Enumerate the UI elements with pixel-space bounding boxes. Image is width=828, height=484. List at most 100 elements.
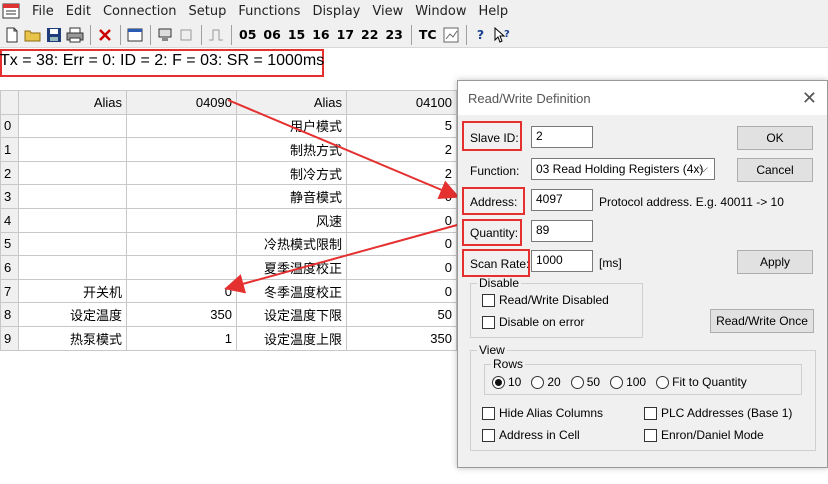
value-cell[interactable]: 0	[346, 278, 457, 304]
hide-alias-checkbox[interactable]: Hide Alias Columns	[482, 406, 603, 420]
rw-disabled-checkbox[interactable]: Read/Write Disabled	[482, 293, 609, 307]
radio-button[interactable]	[610, 375, 624, 389]
alias-cell[interactable]: 夏季温度校正	[236, 255, 347, 280]
rows-radio-100[interactable]: 100	[610, 375, 646, 389]
read-write-once-button[interactable]: Read/Write Once	[710, 309, 814, 333]
function-17-button[interactable]: 17	[334, 24, 357, 46]
menu-view[interactable]: View	[366, 4, 409, 19]
connect-icon[interactable]	[155, 24, 175, 46]
scan-rate-input[interactable]: 1000	[531, 250, 593, 272]
alias-cell[interactable]: 制热方式	[236, 137, 347, 162]
checkbox-box[interactable]	[482, 428, 495, 442]
value-cell[interactable]: 2	[346, 137, 457, 162]
value-cell[interactable]	[126, 231, 237, 257]
value-cell[interactable]	[126, 137, 237, 162]
value-cell[interactable]	[126, 255, 237, 280]
alias-cell[interactable]	[18, 113, 127, 139]
radio-button[interactable]	[656, 375, 670, 389]
row-header[interactable]: 7	[0, 278, 19, 304]
alias-cell[interactable]: 静音模式	[236, 184, 347, 209]
value-cell[interactable]: 5	[346, 113, 457, 139]
value-cell[interactable]: 2	[346, 160, 457, 186]
new-file-icon[interactable]	[2, 24, 22, 46]
address-input[interactable]: 4097	[531, 189, 593, 211]
value-cell[interactable]: 350	[126, 302, 237, 327]
disconnect-icon[interactable]	[176, 24, 196, 46]
rows-radio-10[interactable]: 10	[492, 375, 521, 389]
function-22-button[interactable]: 22	[358, 24, 381, 46]
close-icon[interactable]: ✕	[802, 88, 817, 109]
apply-button[interactable]: Apply	[737, 250, 813, 274]
value-cell[interactable]	[126, 207, 237, 233]
alias-cell[interactable]: 设定温度上限	[236, 325, 347, 351]
tc-button[interactable]: TC	[416, 24, 440, 46]
value-cell[interactable]: 0	[346, 231, 457, 257]
alias-cell[interactable]: 制冷方式	[236, 160, 347, 186]
alias-cell[interactable]	[18, 137, 127, 162]
cancel-button[interactable]: Cancel	[737, 158, 813, 182]
rows-radio-fit[interactable]: Fit to Quantity	[656, 375, 747, 389]
radio-button[interactable]	[492, 375, 505, 389]
row-header[interactable]: 4	[0, 207, 19, 233]
menu-connection[interactable]: Connection	[97, 4, 183, 19]
alias-cell[interactable]	[18, 184, 127, 209]
menu-edit[interactable]: Edit	[60, 4, 97, 19]
menu-file[interactable]: File	[26, 4, 60, 19]
value-cell[interactable]: 350	[346, 325, 457, 351]
checkbox-box[interactable]	[482, 315, 495, 329]
row-header[interactable]: 2	[0, 160, 19, 186]
value-cell[interactable]: 50	[346, 302, 457, 327]
function-23-button[interactable]: 23	[382, 24, 405, 46]
row-header[interactable]: 0	[0, 113, 19, 139]
checkbox-box[interactable]	[482, 406, 495, 420]
value-cell[interactable]: 1	[126, 325, 237, 351]
function-05-button[interactable]: 05	[236, 24, 259, 46]
window-icon[interactable]	[125, 24, 145, 46]
column-header-04090[interactable]: 04090	[126, 90, 237, 115]
value-cell[interactable]: 0	[346, 207, 457, 233]
value-cell[interactable]	[126, 184, 237, 209]
menu-window[interactable]: Window	[409, 4, 472, 19]
save-icon[interactable]	[44, 24, 64, 46]
function-06-button[interactable]: 06	[260, 24, 283, 46]
plc-addresses-checkbox[interactable]: PLC Addresses (Base 1)	[644, 406, 792, 420]
row-header[interactable]: 1	[0, 137, 19, 162]
help-icon[interactable]: ?	[471, 24, 491, 46]
row-header[interactable]: 9	[0, 325, 19, 351]
checkbox-box[interactable]	[644, 406, 657, 420]
row-header[interactable]: 6	[0, 255, 19, 280]
menu-functions[interactable]: Functions	[232, 4, 306, 19]
alias-cell[interactable]: 用户模式	[236, 113, 347, 139]
row-header[interactable]: 5	[0, 231, 19, 257]
quantity-input[interactable]: 89	[531, 220, 593, 242]
alias-cell[interactable]	[18, 255, 127, 280]
chart-icon[interactable]	[441, 24, 461, 46]
menu-display[interactable]: Display	[306, 4, 366, 19]
function-select[interactable]: 03 Read Holding Registers (4x) ⌵	[531, 158, 715, 180]
alias-cell[interactable]	[18, 231, 127, 257]
context-help-icon[interactable]: ?	[492, 24, 512, 46]
row-header[interactable]: 3	[0, 184, 19, 209]
open-folder-icon[interactable]	[23, 24, 43, 46]
pulse-icon[interactable]	[206, 24, 226, 46]
address-in-cell-checkbox[interactable]: Address in Cell	[482, 428, 580, 442]
rows-radio-50[interactable]: 50	[570, 375, 600, 389]
radio-button[interactable]	[531, 375, 545, 389]
checkbox-box[interactable]	[644, 428, 657, 442]
function-16-button[interactable]: 16	[309, 24, 332, 46]
column-header-alias[interactable]: Alias	[18, 90, 127, 115]
value-cell[interactable]: 0	[346, 255, 457, 280]
alias-cell[interactable]	[18, 207, 127, 233]
alias-cell[interactable]: 设定温度	[18, 302, 127, 327]
alias-cell[interactable]	[18, 160, 127, 186]
column-header-alias[interactable]: Alias	[236, 90, 347, 115]
function-15-button[interactable]: 15	[285, 24, 308, 46]
alias-cell[interactable]: 热泵模式	[18, 325, 127, 351]
print-icon[interactable]	[65, 24, 85, 46]
radio-button[interactable]	[570, 375, 584, 389]
value-cell[interactable]	[126, 113, 237, 139]
enron-daniel-checkbox[interactable]: Enron/Daniel Mode	[644, 428, 764, 442]
menu-setup[interactable]: Setup	[183, 4, 233, 19]
column-header-04100[interactable]: 04100	[346, 90, 457, 115]
row-header[interactable]: 8	[0, 302, 19, 327]
